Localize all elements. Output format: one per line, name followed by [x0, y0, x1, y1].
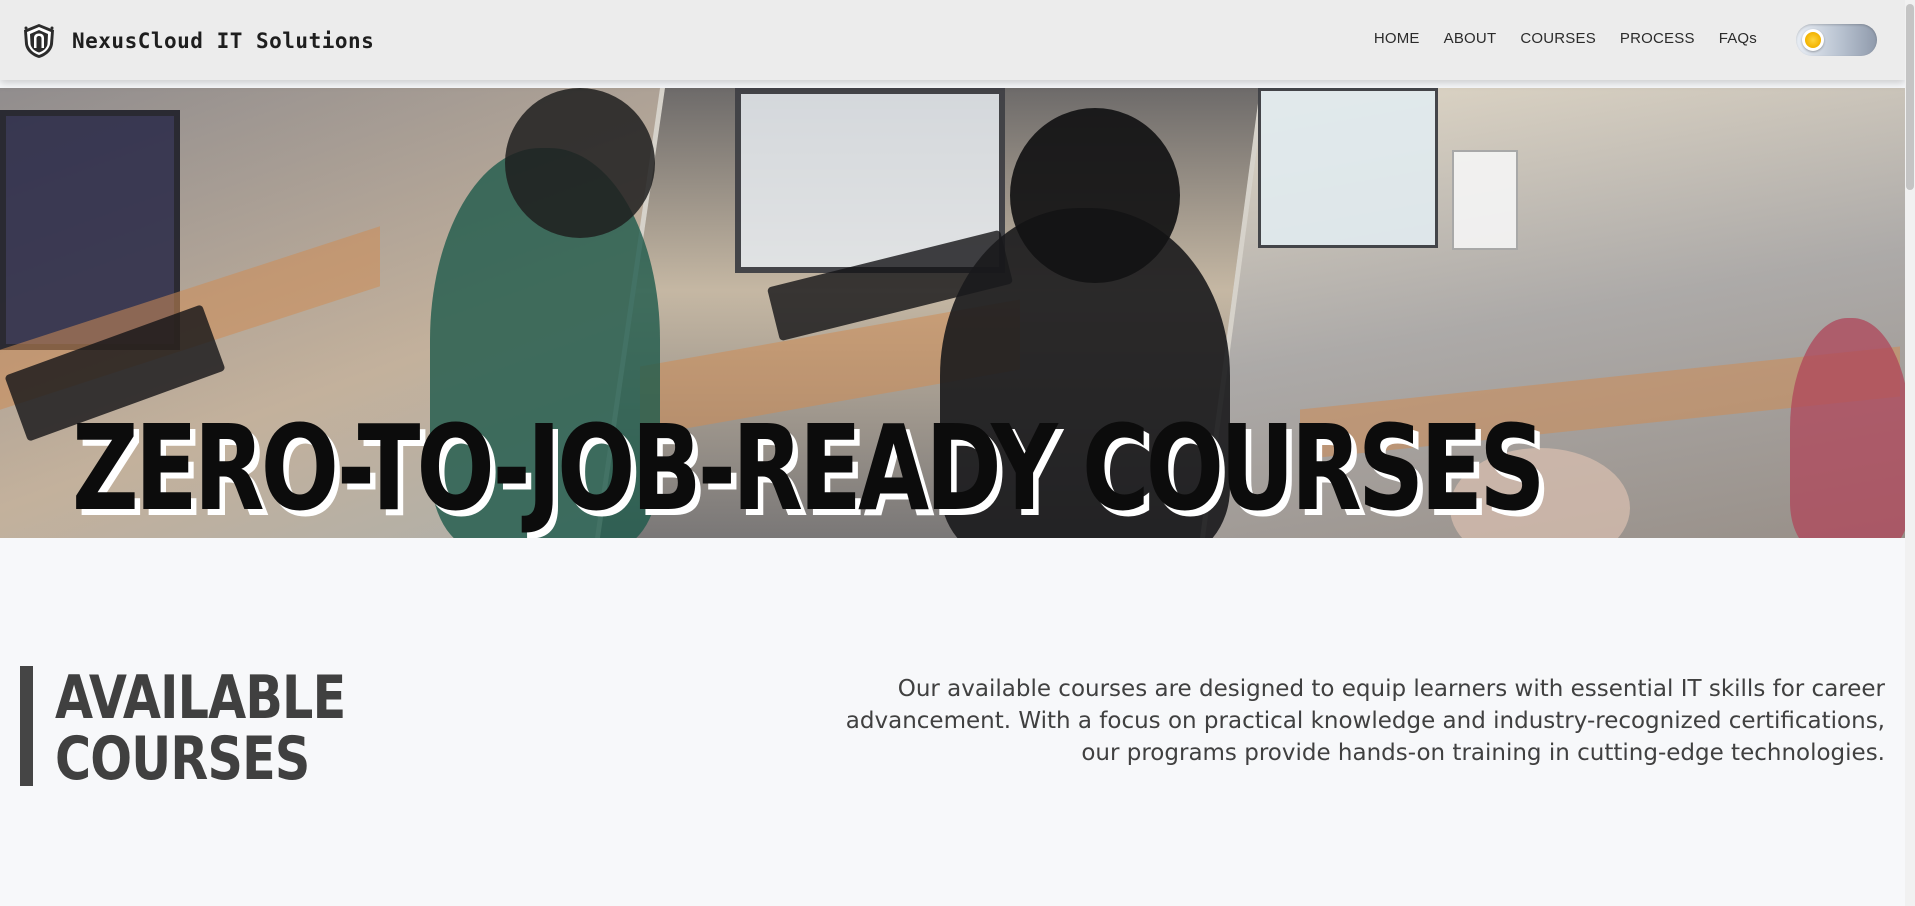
- theme-toggle[interactable]: [1796, 24, 1877, 56]
- photo-whiteboard: [1452, 150, 1518, 250]
- top-navbar: NexusCloud IT Solutions HOME ABOUT COURS…: [0, 0, 1905, 80]
- scrollbar-thumb[interactable]: [1906, 4, 1914, 190]
- page-scrollbar[interactable]: [1905, 0, 1915, 906]
- photo-student: [1790, 318, 1905, 538]
- main-nav: HOME ABOUT COURSES PROCESS FAQs: [1350, 30, 1757, 47]
- nav-faqs[interactable]: FAQs: [1719, 30, 1757, 47]
- shield-logo-icon: [24, 24, 54, 58]
- nav-home[interactable]: HOME: [1374, 30, 1420, 47]
- section-heading: AVAILABLE COURSES: [20, 666, 409, 790]
- sun-icon: [1805, 32, 1821, 48]
- nav-process[interactable]: PROCESS: [1620, 30, 1695, 47]
- section-title-line1: AVAILABLE: [55, 663, 346, 733]
- toggle-knob: [1802, 29, 1824, 51]
- nav-courses[interactable]: COURSES: [1520, 30, 1596, 47]
- photo-student-head: [1010, 108, 1180, 283]
- nav-about[interactable]: ABOUT: [1444, 30, 1497, 47]
- section-title-line2: COURSES: [55, 724, 310, 794]
- heading-accent-bar: [20, 666, 33, 786]
- brand-link[interactable]: NexusCloud IT Solutions: [20, 22, 374, 60]
- photo-projector-screen: [1258, 88, 1438, 248]
- hero-banner: ZERO-TO-JOB-READY COURSES: [0, 88, 1905, 538]
- section-description: Our available courses are designed to eq…: [845, 676, 1885, 766]
- brand-name: NexusCloud IT Solutions: [72, 29, 375, 53]
- section-title: AVAILABLE COURSES: [55, 668, 346, 790]
- photo-student-head: [505, 88, 655, 238]
- hero-title: ZERO-TO-JOB-READY COURSES: [72, 399, 1546, 537]
